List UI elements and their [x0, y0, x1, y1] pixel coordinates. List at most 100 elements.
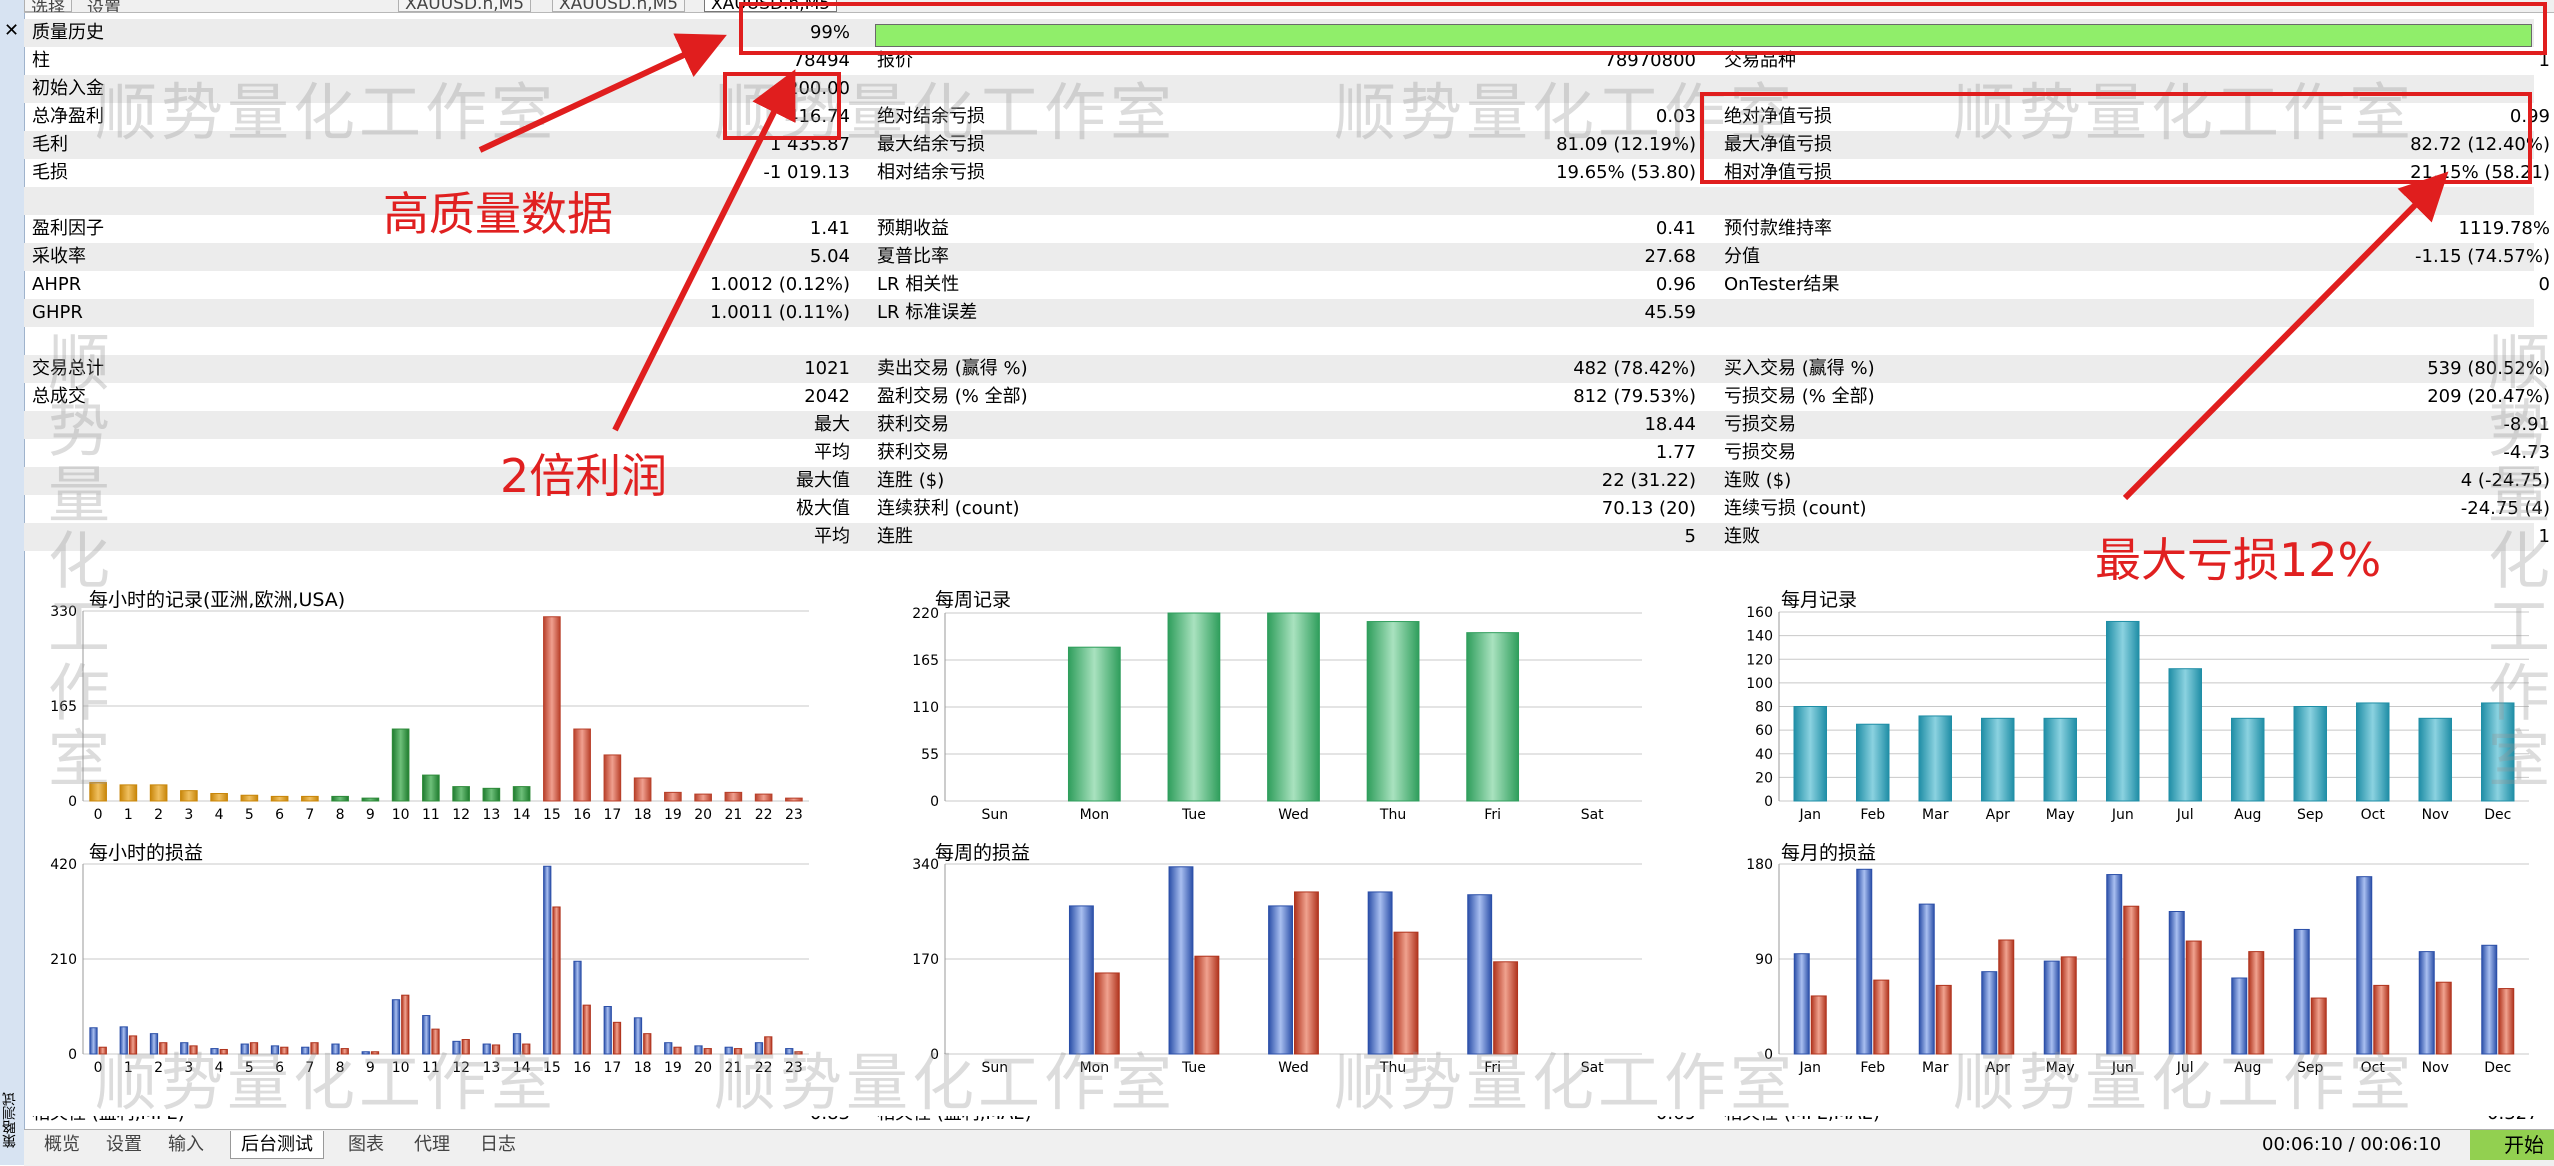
bar-series-1	[1981, 971, 1998, 1055]
x-tick-label: 18	[634, 807, 652, 823]
bar-series-2	[2123, 905, 2140, 1055]
bar	[1793, 706, 1827, 802]
bar-series-1	[422, 1015, 431, 1055]
corr-value-3: 0.3272	[1924, 1116, 2534, 1128]
y-tick-label: 170	[912, 952, 939, 968]
x-tick-label: Nov	[2422, 1060, 2449, 1076]
bar-series-2	[491, 1044, 501, 1055]
bar-series-1	[1856, 868, 1873, 1055]
x-tick-label: Jan	[1798, 807, 1821, 823]
bar-series-1	[391, 999, 401, 1055]
x-tick-label: 3	[184, 807, 193, 823]
x-tick-label: Apr	[1986, 807, 2010, 823]
x-tick-label: Apr	[1986, 1060, 2010, 1076]
tab-agents[interactable]: 代理	[404, 1131, 460, 1158]
x-tick-label: 19	[664, 807, 682, 823]
corr-value-2: 0.69	[1024, 1116, 1696, 1128]
bar	[270, 795, 289, 802]
bar-series-1	[1793, 953, 1810, 1055]
x-tick-label: Mar	[1922, 1060, 1949, 1076]
x-tick-label: Tue	[1181, 1060, 1206, 1076]
bar-series-1	[119, 1026, 128, 1055]
x-tick-label: 21	[724, 1060, 742, 1076]
bar	[694, 793, 712, 802]
y-tick-label: 220	[912, 606, 939, 622]
tab-backtest[interactable]: 后台测试	[230, 1131, 324, 1159]
x-tick-label: 0	[94, 807, 103, 823]
y-tick-label: 90	[1755, 952, 1773, 968]
bar-series-2	[2248, 951, 2265, 1055]
bar	[543, 616, 561, 802]
x-tick-label: Jun	[2111, 807, 2134, 823]
bar	[119, 784, 138, 802]
y-tick-label: 140	[1746, 629, 1773, 645]
bar	[1167, 612, 1221, 802]
x-tick-label: 18	[634, 1060, 652, 1076]
y-tick-label: 120	[1746, 652, 1773, 668]
tab-overview[interactable]: 概览	[34, 1131, 90, 1158]
bar	[1267, 612, 1320, 802]
bar-series-1	[2293, 928, 2310, 1055]
x-tick-label: Sat	[1581, 807, 1604, 823]
x-tick-label: 23	[785, 1060, 803, 1076]
y-tick-label: 420	[50, 857, 77, 873]
bar-series-1	[2231, 977, 2248, 1055]
x-tick-label: 7	[305, 1060, 314, 1076]
bar-series-2	[219, 1048, 228, 1055]
bar-series-2	[1810, 995, 1827, 1055]
bar	[2418, 717, 2452, 802]
bar-series-2	[2310, 997, 2327, 1055]
bar-series-1	[452, 1040, 461, 1055]
bar-series-1	[603, 1006, 612, 1055]
x-tick-label: 6	[275, 807, 284, 823]
tab-settings[interactable]: 设置	[96, 1131, 152, 1158]
x-tick-label: Sep	[2297, 807, 2324, 823]
bar	[1981, 717, 2015, 802]
bar-series-1	[2168, 911, 2185, 1055]
x-tick-label: Oct	[2361, 1060, 2386, 1076]
x-tick-label: 20	[694, 1060, 712, 1076]
tab-journal[interactable]: 日志	[470, 1131, 526, 1158]
y-tick-label: 165	[912, 653, 939, 669]
bar-series-2	[643, 1033, 652, 1055]
y-tick-label: 0	[930, 794, 939, 810]
bar	[664, 791, 682, 802]
y-tick-label: 40	[1755, 747, 1773, 763]
bar-series-2	[1873, 979, 1890, 1055]
bar-series-2	[1094, 972, 1120, 1055]
bar-series-2	[2185, 940, 2202, 1055]
bar-series-1	[270, 1045, 280, 1055]
bar-series-2	[673, 1046, 682, 1055]
bar-series-2	[1935, 984, 1952, 1055]
bar	[331, 795, 349, 802]
bar-series-2	[552, 906, 561, 1055]
tab-graph[interactable]: 图表	[338, 1131, 394, 1158]
bar-series-2	[2060, 956, 2077, 1055]
y-tick-label: 180	[1746, 857, 1773, 873]
x-tick-label: Sat	[1581, 1060, 1604, 1076]
bar	[633, 777, 652, 802]
y-tick-label: 0	[1764, 1047, 1773, 1063]
x-tick-label: 23	[785, 807, 803, 823]
bar-series-1	[664, 1042, 673, 1055]
y-tick-label: 80	[1755, 700, 1773, 716]
bar-series-1	[1068, 905, 1094, 1055]
y-tick-label: 210	[50, 952, 77, 968]
bar-series-1	[543, 865, 552, 1055]
bar	[391, 728, 410, 802]
bar	[1067, 646, 1121, 802]
x-tick-label: 0	[94, 1060, 103, 1076]
bar	[180, 790, 198, 802]
bar-series-2	[461, 1039, 470, 1055]
start-button[interactable]: 开始	[2470, 1130, 2554, 1160]
bar	[1366, 621, 1420, 802]
tab-inputs[interactable]: 输入	[158, 1131, 214, 1158]
x-tick-label: 2	[154, 807, 163, 823]
bar	[2356, 702, 2390, 802]
bar-series-1	[2043, 960, 2060, 1055]
y-tick-label: 20	[1755, 770, 1773, 786]
x-tick-label: Jul	[2176, 1060, 2194, 1076]
x-tick-label: Nov	[2422, 807, 2449, 823]
x-tick-label: Wed	[1278, 1060, 1309, 1076]
x-tick-label: Sun	[981, 1060, 1008, 1076]
